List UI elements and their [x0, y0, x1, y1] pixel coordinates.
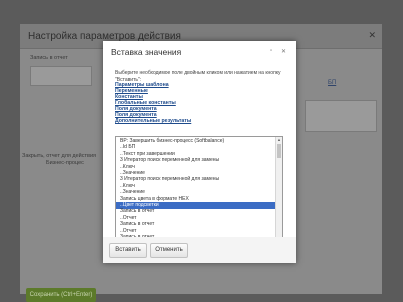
scroll-thumb[interactable] — [277, 144, 281, 158]
side-panel — [305, 100, 377, 132]
category-link[interactable]: Дополнительные результаты — [115, 118, 191, 124]
close-icon[interactable]: ✕ — [281, 48, 286, 55]
scrollbar[interactable]: ▲ ▼ — [275, 137, 282, 246]
modal-title: Вставка значения — [111, 47, 182, 57]
bp-link[interactable]: БП — [328, 80, 336, 86]
close-icon[interactable]: ✕ — [368, 30, 376, 41]
scroll-up-icon[interactable]: ▲ — [277, 137, 281, 142]
cancel-button[interactable]: Отменить — [150, 243, 188, 258]
side-text: Закрыть, отчет для действия — [22, 153, 96, 159]
insert-value-modal: Вставка значения ▫ ✕ Выберите необходимо… — [103, 41, 296, 263]
modal-header: Вставка значения ▫ ✕ — [103, 41, 296, 63]
field-label: Запись в отчет — [30, 55, 68, 61]
insert-button[interactable]: Вставить — [109, 243, 147, 258]
save-button[interactable]: Сохранить (Ctrl+Enter) — [26, 288, 96, 302]
values-listbox[interactable]: BP: Завершить бизнес-процесс (Softbalanc… — [115, 136, 283, 247]
side-text-2: Бизнес-процес — [46, 160, 84, 166]
minimize-icon[interactable]: ▫ — [270, 48, 272, 54]
modal-footer: Вставить Отменить — [103, 237, 296, 263]
field-input[interactable] — [30, 66, 92, 86]
